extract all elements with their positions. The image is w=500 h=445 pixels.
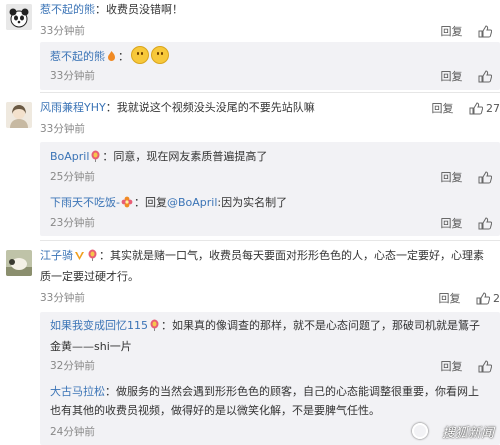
reply-text: :因为实名制了 [217, 196, 288, 209]
reply-text: ： [118, 50, 129, 63]
like-icon[interactable] [478, 216, 493, 230]
balloon-badge-icon [87, 248, 98, 267]
like-icon[interactable] [478, 359, 493, 373]
reply-button[interactable]: 回复 [441, 214, 463, 233]
reply-username[interactable]: BoApril [50, 150, 89, 163]
reply-box: BoApril ：同意，现在网友素质普遍提高了 25分钟前 回复 下雨天不吃饭- ：… [40, 142, 500, 236]
balloon-badge-icon [90, 149, 101, 168]
reply-button[interactable]: 回复 [441, 67, 463, 86]
comment-item: 惹不起的熊：收费员没错啊！ 33分钟前 回复 惹不起的熊： 33分钟前 回复 [0, 0, 500, 90]
comment-time: 33分钟前 [40, 292, 85, 304]
comment-username[interactable]: 惹不起的熊 [40, 3, 95, 16]
reply-time: 24分钟前 [50, 426, 95, 438]
verified-v-icon [74, 248, 85, 267]
reply-username[interactable]: 惹不起的熊 [50, 50, 105, 63]
reply-text: ：回复 [133, 196, 167, 209]
reply-username[interactable]: 如果我变成回忆115 [50, 319, 148, 332]
watermark: 搜狐新闻 [441, 426, 494, 441]
avatar[interactable] [6, 4, 32, 30]
like-count: 2 [493, 291, 500, 305]
comment-text: ：我就说这个视频没头没尾的不要先站队嘛 [105, 101, 315, 114]
reply-button[interactable]: 回复 [432, 99, 454, 118]
reply-box: 惹不起的熊 ： 33分钟前 回复 [40, 42, 500, 90]
divider [40, 92, 500, 93]
comment-time: 33分钟前 [40, 25, 85, 37]
avatar[interactable] [6, 250, 32, 276]
balloon-badge-icon [149, 318, 160, 337]
like-icon[interactable] [478, 69, 493, 83]
comment-item: 江子骑 ：其实就是赌一口气，收费员每天要面对形形色色的人，心态一定要好，心理素质一… [0, 246, 500, 445]
comment-time: 33分钟前 [40, 123, 85, 135]
like-icon[interactable] [476, 291, 491, 305]
like-count: 27 [486, 101, 500, 115]
reply-mention[interactable]: @BoApril [167, 196, 217, 209]
reply-text: ：同意，现在网友素质普遍提高了 [102, 150, 268, 163]
reply-text: ：做服务的当然会遇到形形色色的顾客，自己的心态能调整很重要，你看网上也有其他的收… [50, 385, 479, 417]
comment-username[interactable]: 江子骑 [40, 249, 73, 262]
like-icon[interactable] [478, 24, 493, 38]
reply-time: 33分钟前 [50, 70, 95, 82]
watermark-logo-icon [412, 423, 428, 439]
comment-item: 风雨兼程YHY：我就说这个视频没头没尾的不要先站队嘛 33分钟前 回复 27 B… [0, 98, 500, 238]
flower-badge-icon [121, 195, 133, 214]
like-icon[interactable] [469, 101, 484, 115]
reply-time: 23分钟前 [50, 217, 95, 229]
smile-emoji-icon [131, 46, 149, 64]
reply-time: 32分钟前 [50, 360, 95, 372]
reply-button[interactable]: 回复 [441, 168, 463, 187]
reply-username[interactable]: 大古马拉松 [50, 385, 105, 398]
comment-username[interactable]: 风雨兼程YHY [40, 101, 106, 114]
reply-button[interactable]: 回复 [439, 289, 461, 308]
reply-box: 如果我变成回忆115 ：如果真的像调查的那样，就不是心态问题了，那破司机就是鵟子金… [40, 312, 500, 445]
reply-button[interactable]: 回复 [441, 22, 463, 41]
comment-text: ：其实就是赌一口气，收费员每天要面对形形色色的人，心态一定要好，心理素质一定要过… [40, 249, 484, 283]
like-icon[interactable] [478, 170, 493, 184]
smile-emoji-icon [151, 46, 169, 64]
avatar[interactable] [6, 102, 32, 128]
reply-username[interactable]: 下雨天不吃饭- [50, 196, 120, 209]
comment-text: ：收费员没错啊！ [95, 3, 183, 16]
divider [40, 240, 500, 241]
reply-button[interactable]: 回复 [441, 357, 463, 376]
reply-time: 25分钟前 [50, 171, 95, 183]
